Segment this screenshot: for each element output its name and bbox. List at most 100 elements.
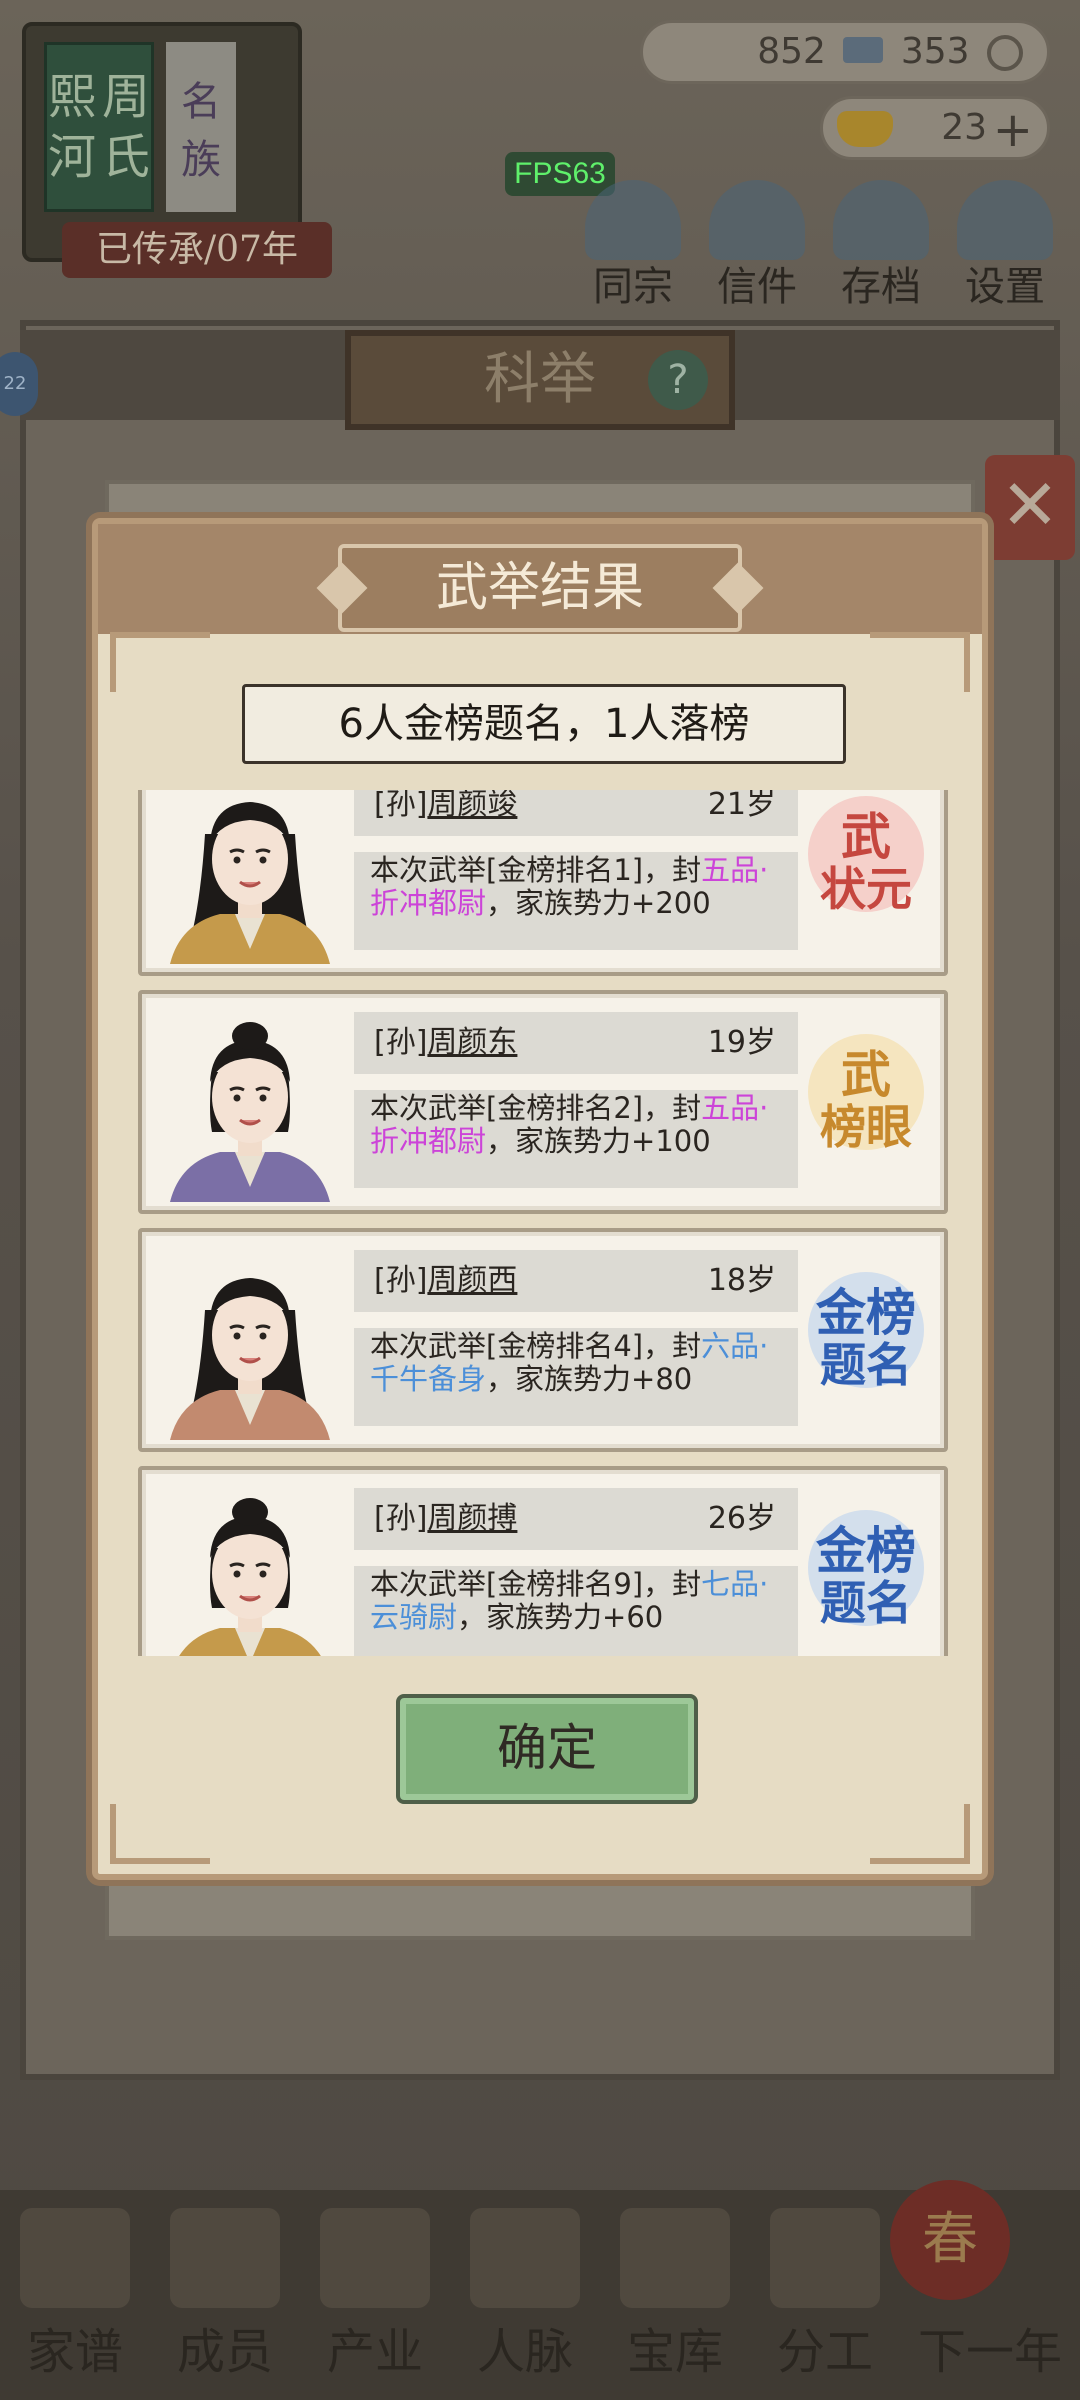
result-card: [孙]周颜竣 21岁 本次武举[金榜排名1]，封五品·折冲都尉，家族势力+200… (138, 790, 948, 976)
portrait-image (150, 790, 350, 964)
confirm-button[interactable]: 确定 (396, 1694, 698, 1804)
member-name-link[interactable]: 周颜竣 (427, 790, 517, 822)
family-char: 氏 (102, 129, 151, 185)
family-tag-char: 族 (181, 137, 221, 183)
family-char: 河 (47, 129, 96, 185)
nav-assignment[interactable]: 分工 (760, 2208, 890, 2382)
seal-text: 武 (841, 807, 891, 866)
member-name-link[interactable]: 周颜西 (427, 1263, 517, 1298)
menu-save[interactable]: 存档 (826, 180, 936, 312)
result-card: [孙]周颜搏 26岁 本次武举[金榜排名9]，封七品·云骑尉，家族势力+60 金… (138, 1466, 948, 1656)
nav-members[interactable]: 成员 (160, 2208, 290, 2382)
nav-label: 宝库 (626, 2324, 723, 2380)
desc-text: 本次武举[金榜排名4]，封 (370, 1329, 702, 1363)
portrait-image (150, 1478, 350, 1656)
gold-value: 23 (941, 107, 987, 148)
nav-label: 下一年 (917, 2324, 1062, 2380)
family-tag: 名 族 (166, 42, 236, 212)
token-icon (843, 37, 884, 63)
dialog-title: 武举结果 (338, 544, 742, 632)
result-description: 本次武举[金榜排名9]，封七品·云骑尉，家族势力+60 (354, 1566, 798, 1656)
portrait (150, 1240, 350, 1440)
portrait (150, 1002, 350, 1202)
menu-letter[interactable]: 信件 (702, 180, 812, 312)
menu-settings[interactable]: 设置 (950, 180, 1060, 312)
gold-ingot-icon (837, 111, 893, 147)
result-description: 本次武举[金榜排名4]，封六品·千牛备身，家族势力+80 (354, 1328, 798, 1426)
clan-icon (585, 180, 681, 260)
portrait-image (150, 1240, 350, 1440)
nav-network[interactable]: 人脉 (460, 2208, 590, 2382)
family-char: 熙 (47, 69, 96, 125)
family-book: 熙周 河氏 (44, 42, 154, 212)
family-tag-char: 名 (181, 79, 221, 125)
member-name-link[interactable]: 周颜搏 (427, 1501, 517, 1536)
letter-icon (709, 180, 805, 260)
nav-genealogy[interactable]: 家谱 (10, 2208, 140, 2382)
side-badge[interactable]: 22 (0, 352, 38, 416)
name-bar: [孙]周颜竣 21岁 (354, 790, 798, 836)
member-age: 19岁 (707, 1025, 776, 1060)
result-description: 本次武举[金榜排名2]，封五品·折冲都尉，家族势力+100 (354, 1090, 798, 1188)
desc-text: 本次武举[金榜排名2]，封 (370, 1091, 702, 1125)
menu-label: 存档 (841, 264, 921, 310)
desc-text: ，家族势力+200 (486, 886, 711, 920)
desc-text: 本次武举[金榜排名1]，封 (370, 853, 702, 887)
honor-seal: 武 榜眼 (802, 1020, 930, 1180)
nav-label: 人脉 (476, 2324, 573, 2380)
member-name-link[interactable]: 周颜东 (427, 1025, 517, 1060)
name-bar: [孙]周颜西 18岁 (354, 1250, 798, 1312)
menu-label: 同宗 (593, 264, 673, 310)
corner-ornament (110, 1804, 210, 1864)
seal-text: 状元 (820, 862, 912, 916)
add-gold-icon[interactable]: + (993, 101, 1033, 159)
desc-text: ，家族势力+60 (457, 1600, 664, 1634)
portrait-image (150, 1002, 350, 1202)
relation-label: [孙] (374, 1501, 428, 1536)
settings-icon (957, 180, 1053, 260)
relation-label: [孙] (374, 790, 428, 822)
result-description: 本次武举[金榜排名1]，封五品·折冲都尉，家族势力+200 (354, 852, 798, 950)
nav-treasury[interactable]: 宝库 (610, 2208, 740, 2382)
portrait (150, 790, 350, 964)
honor-seal: 金榜 题名 (802, 1496, 930, 1656)
coins-value: 852 (757, 31, 826, 72)
nav-label: 成员 (176, 2324, 273, 2380)
family-char: 周 (102, 69, 151, 125)
member-age: 26岁 (707, 1501, 776, 1536)
nav-label: 家谱 (26, 2324, 123, 2380)
gold-bar[interactable]: 23 + (820, 96, 1050, 160)
result-list-inner: [孙]周颜竣 21岁 本次武举[金榜排名1]，封五品·折冲都尉，家族势力+200… (138, 790, 948, 1656)
family-banner[interactable]: 熙周 河氏 名 族 已传承/07年 (22, 22, 332, 278)
desc-text: ，家族势力+100 (486, 1124, 711, 1158)
result-summary: 6人金榜题名，1人落榜 (242, 684, 846, 764)
seal-text: 金榜 (816, 1283, 916, 1342)
help-icon[interactable]: ? (648, 350, 708, 410)
seal-text: 金榜 (816, 1521, 916, 1580)
result-list[interactable]: [孙]周颜竣 21岁 本次武举[金榜排名1]，封五品·折冲都尉，家族势力+200… (138, 790, 948, 1656)
nav-label: 产业 (326, 2324, 423, 2380)
network-icon (470, 2208, 580, 2308)
nav-label: 分工 (776, 2324, 873, 2380)
currency-bar: 852 353 (640, 20, 1050, 84)
menu-label: 信件 (717, 264, 797, 310)
top-hud: 熙周 河氏 名 族 已传承/07年 852 353 23 + FPS63 同宗 (0, 0, 1080, 320)
member-age: 18岁 (707, 1263, 776, 1298)
menu-label: 设置 (965, 264, 1045, 310)
relation-label: [孙] (374, 1025, 428, 1060)
close-icon[interactable]: ✕ (985, 455, 1075, 560)
desc-text: 本次武举[金榜排名9]，封 (370, 1567, 702, 1601)
corner-ornament (870, 632, 970, 692)
treasury-icon (620, 2208, 730, 2308)
seal-text: 题名 (820, 1338, 912, 1392)
name-bar: [孙]周颜搏 26岁 (354, 1488, 798, 1550)
name-bar: [孙]周颜东 19岁 (354, 1012, 798, 1074)
menu-clan[interactable]: 同宗 (578, 180, 688, 312)
honor-seal: 金榜 题名 (802, 1258, 930, 1418)
exam-result-dialog: 武举结果 6人金榜题名，1人落榜 [孙]周颜竣 21岁 本次武举[金榜排名1]，… (92, 518, 988, 1880)
next-year-seal[interactable]: 春 (890, 2180, 1010, 2300)
member-age: 21岁 (707, 790, 776, 822)
tokens-value: 353 (900, 31, 970, 72)
nav-industry[interactable]: 产业 (310, 2208, 440, 2382)
assignment-icon (770, 2208, 880, 2308)
